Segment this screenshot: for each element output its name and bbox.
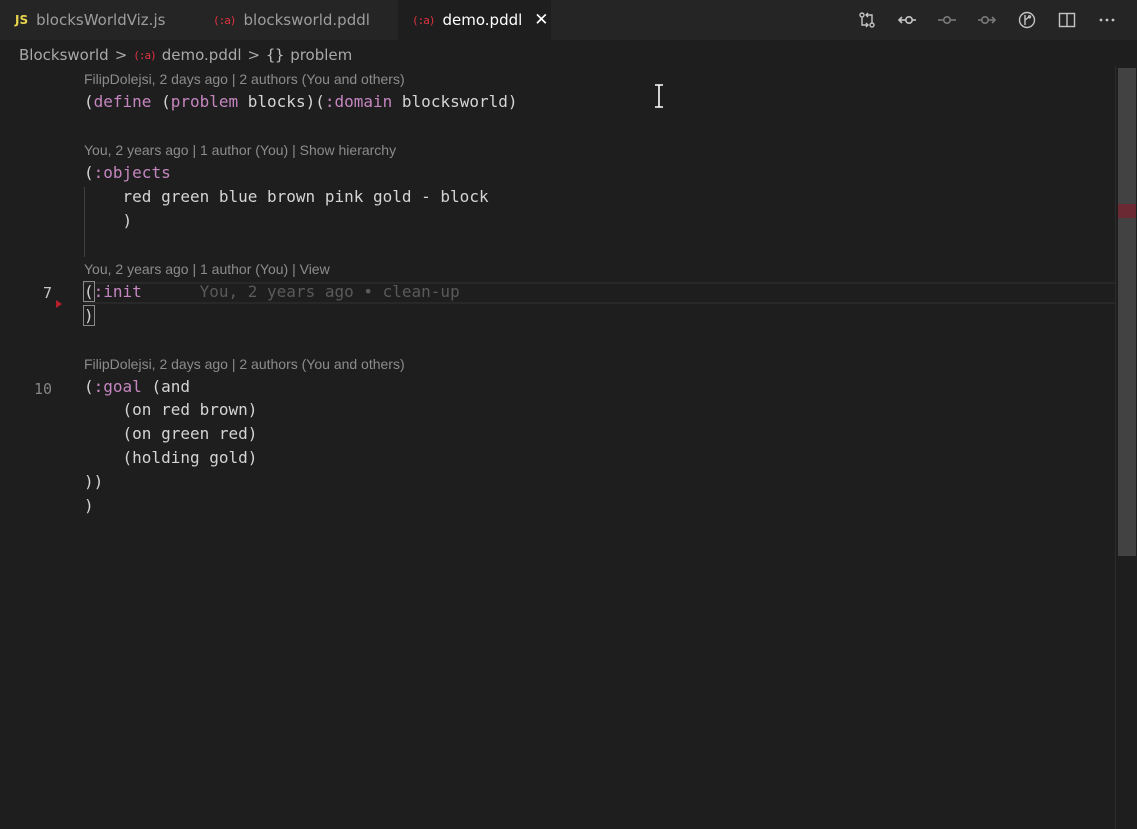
- chevron-right-icon: >: [247, 46, 261, 64]
- code-line: ): [84, 496, 94, 515]
- code-line: )): [84, 472, 104, 491]
- editor-actions: [855, 0, 1119, 40]
- code-line: ): [84, 211, 133, 230]
- code-line: (define (problem blocks)(:domain blocksw…: [84, 92, 518, 111]
- breadcrumb-file[interactable]: demo.pddl: [162, 46, 242, 64]
- code-line: red green blue brown pink gold - block: [84, 187, 489, 206]
- gutter-change-marker: [56, 300, 62, 308]
- pddl-file-icon: (:a): [133, 48, 156, 62]
- timeline-icon[interactable]: [1015, 8, 1039, 32]
- breadcrumb-folder[interactable]: Blocksworld: [19, 46, 109, 64]
- tab-label: blocksWorldViz.js: [36, 11, 166, 29]
- line-number: 7: [42, 284, 52, 302]
- tab-label: blocksworld.pddl: [243, 11, 370, 29]
- tab-blocksworldviz-js[interactable]: JS blocksWorldViz.js: [0, 0, 198, 40]
- line-number: 10: [33, 380, 52, 398]
- tab-demo-pddl[interactable]: (:a) demo.pddl ✕: [398, 0, 551, 40]
- split-editor-icon[interactable]: [1055, 8, 1079, 32]
- scrollbar-thumb[interactable]: [1118, 68, 1136, 556]
- code-line: (:init You, 2 years ago • clean-up: [83, 281, 460, 302]
- tab-bar: JS blocksWorldViz.js (:a) blocksworld.pd…: [0, 0, 1137, 40]
- chevron-right-icon: >: [114, 46, 128, 64]
- breadcrumb-symbol[interactable]: problem: [290, 46, 352, 64]
- pddl-file-icon: (:a): [412, 13, 435, 27]
- code-line: (on red brown): [84, 400, 258, 419]
- code-line: (:objects: [84, 163, 171, 182]
- scrollbar-change-marker: [1118, 204, 1136, 218]
- symbol-namespace-icon: {}: [266, 46, 285, 64]
- previous-change-icon[interactable]: [935, 8, 959, 32]
- breadcrumb: Blocksworld > (:a) demo.pddl > {} proble…: [19, 44, 352, 66]
- codelens-blame[interactable]: You, 2 years ago | 1 author (You) | Show…: [84, 142, 396, 158]
- vertical-scrollbar[interactable]: [1115, 66, 1137, 829]
- codelens-blame[interactable]: FilipDolejsi, 2 days ago | 2 authors (Yo…: [84, 356, 405, 372]
- tab-label: demo.pddl: [442, 11, 523, 29]
- more-actions-icon[interactable]: [1095, 8, 1119, 32]
- code-line: ): [83, 305, 95, 326]
- javascript-file-icon: JS: [15, 13, 29, 27]
- code-editor[interactable]: FilipDolejsi, 2 days ago | 2 authors (Yo…: [0, 66, 1115, 829]
- codelens-blame[interactable]: You, 2 years ago | 1 author (You) | View: [84, 261, 330, 277]
- inline-blame: You, 2 years ago • clean-up: [199, 282, 460, 301]
- tab-blocksworld-pddl[interactable]: (:a) blocksworld.pddl: [198, 0, 398, 40]
- code-line: (:goal (and: [84, 377, 190, 396]
- git-commit-icon[interactable]: [895, 8, 919, 32]
- code-line: (holding gold): [84, 448, 258, 467]
- compare-changes-icon[interactable]: [855, 8, 879, 32]
- text-cursor-icon: [655, 84, 663, 108]
- codelens-blame[interactable]: FilipDolejsi, 2 days ago | 2 authors (Yo…: [84, 71, 405, 87]
- pddl-file-icon: (:a): [213, 13, 236, 27]
- next-change-icon[interactable]: [975, 8, 999, 32]
- code-line: (on green red): [84, 424, 258, 443]
- close-icon[interactable]: ✕: [534, 10, 548, 30]
